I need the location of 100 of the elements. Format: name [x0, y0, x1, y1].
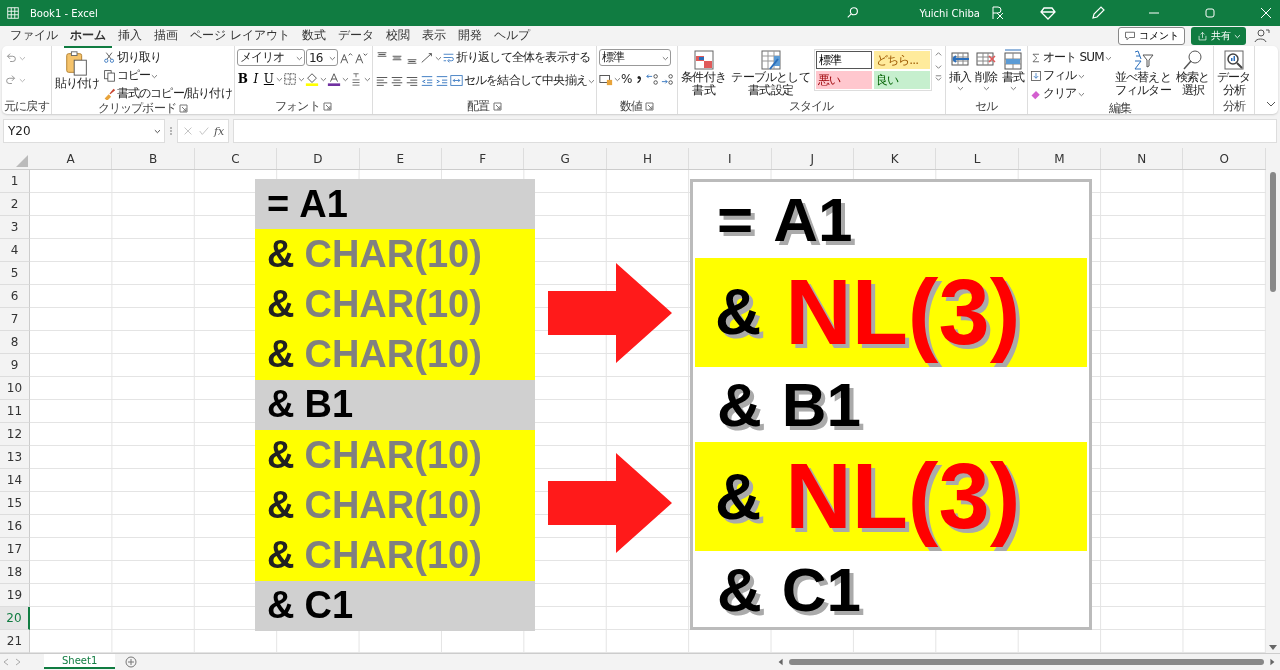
- row-header[interactable]: 8: [0, 331, 30, 354]
- italic-button[interactable]: I: [249, 72, 262, 86]
- paste-button[interactable]: 貼り付け: [53, 49, 101, 90]
- autosum-button[interactable]: オート SUM: [1029, 49, 1111, 66]
- cell-style[interactable]: 標準: [815, 51, 872, 69]
- column-header[interactable]: D: [277, 148, 360, 169]
- cell-style[interactable]: どちら...: [873, 51, 930, 69]
- column-header[interactable]: I: [689, 148, 772, 169]
- row-header[interactable]: 10: [0, 377, 30, 400]
- column-header[interactable]: K: [853, 148, 937, 169]
- cell-style[interactable]: 良い: [873, 71, 930, 89]
- row-header[interactable]: 6: [0, 285, 30, 308]
- copy-button[interactable]: コピー: [102, 67, 232, 84]
- borders-icon[interactable]: [282, 72, 297, 86]
- caret-icon[interactable]: [1234, 32, 1240, 40]
- caret-icon[interactable]: [614, 75, 621, 83]
- column-header[interactable]: B: [112, 148, 195, 169]
- sheet-tab[interactable]: Sheet1: [44, 654, 116, 669]
- caret-icon[interactable]: [341, 75, 348, 83]
- column-header[interactable]: A: [30, 148, 113, 169]
- row-header[interactable]: 12: [0, 423, 30, 446]
- name-box[interactable]: Y20: [3, 119, 165, 143]
- row-header[interactable]: 18: [0, 561, 30, 584]
- ribbon-tab[interactable]: 校閲: [379, 24, 416, 48]
- row-header[interactable]: 4: [0, 239, 30, 262]
- scrollbar-thumb[interactable]: [1270, 172, 1276, 292]
- row-header[interactable]: 9: [0, 354, 30, 377]
- column-header[interactable]: L: [936, 148, 1019, 169]
- caret-icon[interactable]: [154, 127, 160, 135]
- row-header[interactable]: 3: [0, 216, 30, 239]
- row-header[interactable]: 2: [0, 193, 30, 216]
- column-header[interactable]: H: [606, 148, 690, 169]
- more-icon[interactable]: [933, 73, 943, 84]
- cells-button[interactable]: 挿入: [947, 49, 973, 92]
- wrap-icon[interactable]: [441, 51, 455, 64]
- font-name-select[interactable]: メイリオ: [236, 49, 305, 66]
- close-icon[interactable]: [1258, 5, 1274, 21]
- cut-button[interactable]: 切り取り: [102, 49, 232, 66]
- row-header[interactable]: 17: [0, 538, 30, 561]
- decrease-decimal-icon[interactable]: [660, 72, 675, 86]
- row-header[interactable]: 5: [0, 262, 30, 285]
- ribbon-tab[interactable]: ページ レイアウト: [184, 24, 296, 48]
- row-header[interactable]: 11: [0, 400, 30, 423]
- dialog-launcher-icon[interactable]: [322, 102, 332, 111]
- ribbon-tab[interactable]: 描画: [148, 24, 184, 48]
- currency-icon[interactable]: [599, 72, 614, 86]
- wrap-text-button[interactable]: 折り返して全体を表示する: [441, 49, 591, 66]
- restore-icon[interactable]: [1202, 5, 1218, 21]
- caret-icon[interactable]: [297, 75, 304, 83]
- ribbon-tab[interactable]: ファイル: [4, 24, 64, 48]
- add-sheet-icon[interactable]: [125, 655, 138, 668]
- insert-function-button[interactable]: fx: [214, 124, 225, 138]
- scissors-icon[interactable]: [102, 51, 116, 64]
- find-select-button[interactable]: 検索と選択: [1174, 49, 1211, 97]
- column-header[interactable]: G: [524, 148, 607, 169]
- underline-button[interactable]: U: [262, 72, 275, 86]
- conditional-formatting-button[interactable]: 条件付き書式: [679, 49, 728, 97]
- caret-icon[interactable]: [363, 75, 370, 83]
- prescription-icon[interactable]: [990, 5, 1006, 21]
- merge-icon[interactable]: [449, 74, 463, 87]
- dialog-launcher-icon[interactable]: [492, 102, 502, 111]
- redo-icon[interactable]: [4, 73, 18, 87]
- scrollbar-thumb[interactable]: [789, 658, 1264, 665]
- scroll-right-icon[interactable]: [1268, 656, 1276, 667]
- ribbon-tab[interactable]: ヘルプ: [487, 24, 536, 48]
- ribbon-tab[interactable]: データ: [331, 24, 380, 48]
- percent-button[interactable]: %: [621, 72, 632, 86]
- row-header[interactable]: 14: [0, 469, 30, 492]
- undo-icon[interactable]: [4, 51, 18, 65]
- fill-button[interactable]: フィル: [1029, 67, 1111, 84]
- font-size-select[interactable]: 16: [305, 49, 338, 66]
- row-header[interactable]: 16: [0, 515, 30, 538]
- sort-filter-button[interactable]: 並べ替えとフィルター: [1112, 49, 1173, 97]
- text-angle-icon[interactable]: [419, 50, 434, 65]
- dialog-launcher-icon[interactable]: [179, 104, 189, 113]
- format-painter-button[interactable]: 書式のコピー/貼り付け: [102, 85, 232, 102]
- font-color-icon[interactable]: [326, 72, 341, 86]
- search-icon[interactable]: [845, 6, 860, 20]
- row-header[interactable]: 1: [0, 170, 30, 193]
- copy-icon[interactable]: [102, 69, 116, 82]
- row-header[interactable]: 7: [0, 308, 30, 331]
- column-header[interactable]: M: [1018, 148, 1102, 169]
- formula-input[interactable]: [233, 119, 1277, 143]
- spreadsheet-icon[interactable]: [6, 6, 20, 20]
- person-icon[interactable]: [1254, 28, 1270, 44]
- dialog-launcher-icon[interactable]: [645, 102, 655, 111]
- ribbon-tab[interactable]: 表示: [415, 24, 452, 48]
- row-header[interactable]: 15: [0, 492, 30, 515]
- user-name[interactable]: Yuichi Chiba: [919, 7, 980, 19]
- column-header[interactable]: J: [771, 148, 854, 169]
- share-button[interactable]: 共有: [1191, 27, 1246, 45]
- scroll-left-icon[interactable]: [777, 656, 786, 667]
- more-options-icon[interactable]: [169, 125, 173, 137]
- cell-style[interactable]: 悪い: [815, 71, 872, 89]
- ribbon-tab[interactable]: 数式: [295, 24, 332, 48]
- ribbon-tab[interactable]: 挿入: [112, 24, 148, 48]
- comment-button[interactable]: コメント: [1118, 27, 1185, 45]
- column-header[interactable]: E: [359, 148, 442, 169]
- outdent-icon[interactable]: [419, 73, 434, 88]
- scroll-down-icon[interactable]: [1268, 643, 1278, 651]
